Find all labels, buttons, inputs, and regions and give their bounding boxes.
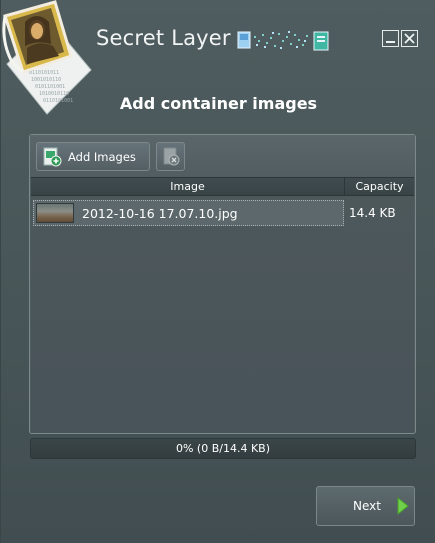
- page-heading: Add container images: [119, 94, 318, 113]
- minimize-button[interactable]: [382, 30, 399, 47]
- column-header-capacity[interactable]: Capacity: [345, 178, 414, 195]
- app-title: Secret Layer: [96, 26, 231, 50]
- close-icon: [404, 33, 415, 44]
- app-window: 0110101011 1001010110 0101101001 1010010…: [0, 0, 435, 543]
- svg-text:1001010110: 1001010110: [31, 77, 61, 83]
- table-row[interactable]: 2012-10-16 17.07.10.jpg 14.4 KB: [33, 200, 412, 226]
- remove-image-button[interactable]: [156, 142, 185, 171]
- next-label: Next: [353, 499, 381, 513]
- image-cell[interactable]: 2012-10-16 17.07.10.jpg: [33, 200, 344, 226]
- svg-text:0101101001: 0101101001: [35, 84, 65, 90]
- column-header-image[interactable]: Image: [31, 178, 345, 195]
- image-filename: 2012-10-16 17.07.10.jpg: [82, 205, 238, 221]
- add-images-button[interactable]: Add Images: [36, 142, 150, 171]
- add-images-label: Add Images: [68, 149, 136, 164]
- image-thumbnail: [36, 203, 74, 223]
- panel-toolbar: Add Images: [30, 135, 415, 177]
- minimize-icon: [386, 41, 395, 43]
- table-header: Image Capacity: [31, 177, 414, 196]
- progress-text: 0% (0 B/14.4 KB): [175, 442, 271, 455]
- play-arrow-icon: [397, 497, 409, 515]
- remove-image-icon: [163, 147, 179, 165]
- capacity-progress-bar: 0% (0 B/14.4 KB): [30, 438, 416, 459]
- add-image-icon: [43, 147, 62, 166]
- image-capacity: 14.4 KB: [349, 206, 396, 220]
- images-table-body[interactable]: 2012-10-16 17.07.10.jpg 14.4 KB: [31, 196, 414, 433]
- close-button[interactable]: [401, 30, 418, 47]
- svg-text:0110101011: 0110101011: [29, 70, 59, 76]
- next-button[interactable]: Next: [316, 486, 415, 526]
- images-panel: Add Images Image Capacity 2012-10-16 17.…: [29, 134, 416, 434]
- dissolve-graphic-icon: [237, 31, 329, 51]
